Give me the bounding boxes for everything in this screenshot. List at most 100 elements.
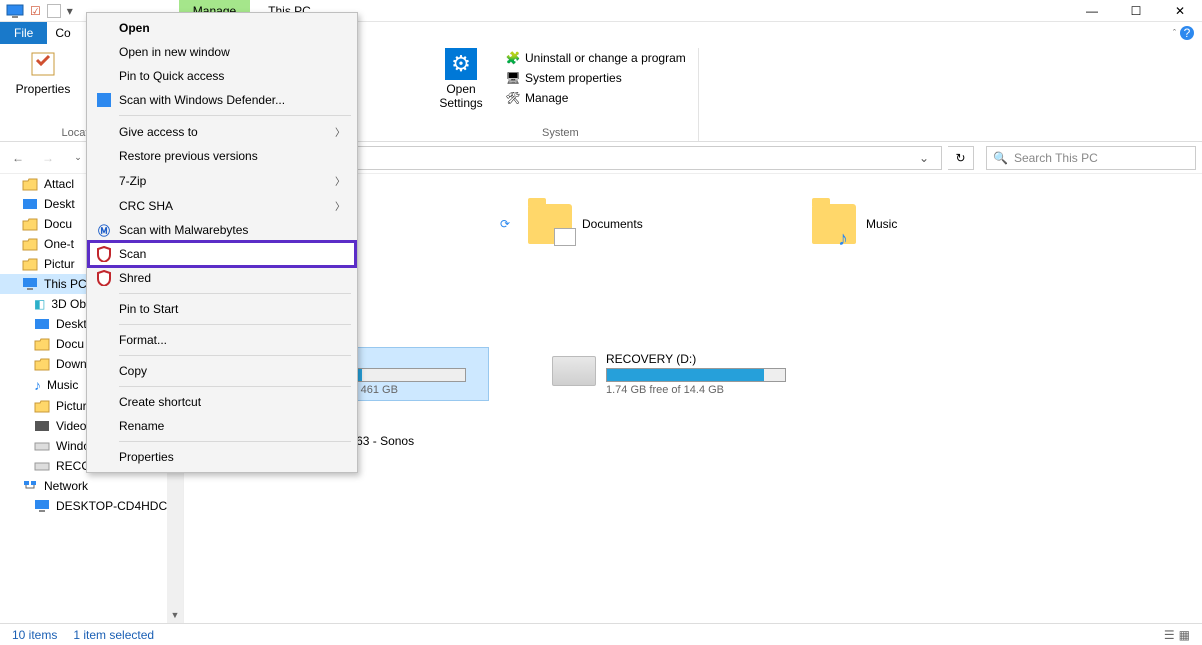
search-box[interactable]: 🔍 Search This PC [986,146,1196,170]
malwarebytes-icon: Ⓜ [95,221,113,239]
menu-separator [119,324,351,325]
menu-separator [119,293,351,294]
menu-item-label: Open in new window [119,45,230,59]
folder-item[interactable]: ♪Music [808,198,1068,250]
settings-gear-icon: ⚙ [445,48,477,80]
address-dropdown-icon[interactable]: ⌄ [913,151,935,165]
properties-label: Properties [16,82,71,96]
view-details-icon[interactable]: ☰ [1164,628,1175,642]
tree-item-icon: ♪ [34,377,41,393]
ribbon-collapse[interactable]: ˆ? [1165,22,1202,44]
drive-usage-bar [606,368,786,382]
tree-item-label: DESKTOP-CD4HDCU [56,499,176,513]
tree-item-icon [22,479,38,493]
context-menu: Open Open in new window Pin to Quick acces… [86,12,358,473]
tree-item-icon [22,277,38,291]
tree-item-icon [22,237,38,251]
qat-more-icon[interactable] [47,4,61,18]
folder-icon [528,204,572,244]
manage-button[interactable]: 🛠Manage [501,88,690,108]
menu-item-label: Pin to Start [119,302,178,316]
menu-item[interactable]: CRC SHA 〉 [89,193,355,218]
tree-item-icon [22,257,38,271]
tree-item-icon [34,420,50,432]
close-button[interactable]: ✕ [1158,0,1202,22]
menu-item[interactable]: Rename [89,414,355,438]
tree-item-label: 3D Ob [51,297,86,311]
status-bar: 10 items 1 item selected ☰ ▦ [0,623,1202,645]
uninstall-program-button[interactable]: 🧩Uninstall or change a program [501,48,690,68]
menu-item[interactable]: Scan [89,242,355,266]
tree-item-icon: ◧ [34,297,45,311]
menu-item-label: Rename [119,419,164,433]
menu-item[interactable]: Open in new window [89,40,355,64]
system-properties-button[interactable]: 🖥System properties [501,68,690,88]
scroll-down-icon[interactable]: ▼ [167,607,183,623]
menu-item-label: Copy [119,364,147,378]
sync-icon: ⟳ [498,217,512,231]
menu-item[interactable]: Format... [89,328,355,352]
tree-item-label: Deskt [44,197,75,211]
menu-item[interactable]: Create shortcut [89,390,355,414]
computer-tab[interactable]: Co [47,22,78,44]
menu-item-label: Give access to [119,125,198,139]
minimize-button[interactable]: — [1070,0,1114,22]
menu-item-label: CRC SHA [119,199,173,213]
menu-item[interactable]: Properties [89,445,355,469]
menu-item-label: Properties [119,450,174,464]
qat-dropdown-icon[interactable]: ▾ [67,4,73,18]
tree-item-label: Docu [44,217,72,231]
tree-item-label: Network [44,479,88,493]
menu-item-label: 7-Zip [119,174,146,188]
properties-button[interactable]: Properties [16,48,70,125]
drive-item[interactable]: RECOVERY (D:) 1.74 GB free of 14.4 GB [518,348,808,400]
tree-item-label: Music [47,378,78,392]
tree-item-icon [34,318,50,330]
menu-item-label: Shred [119,271,151,285]
help-icon[interactable]: ? [1180,26,1194,40]
view-tiles-icon[interactable]: ▦ [1179,628,1190,642]
menu-item-label: Format... [119,333,167,347]
drive-free-space: 1.74 GB free of 14.4 GB [606,384,804,396]
maximize-button[interactable]: ☐ [1114,0,1158,22]
status-item-count: 10 items [12,628,57,642]
open-settings-button[interactable]: ⚙ Open Settings [431,48,491,125]
tree-item-icon [34,440,50,452]
menu-item[interactable]: Give access to〉 [89,119,355,144]
menu-item[interactable]: Scan with Windows Defender... [89,88,355,112]
sysprops-icon: 🖥 [505,70,521,86]
search-placeholder: Search This PC [1014,151,1098,165]
file-tab[interactable]: File [0,22,47,44]
mcafee-icon [95,245,113,263]
menu-item[interactable]: Ⓜ Scan with Malwarebytes [89,218,355,242]
menu-item[interactable]: Shred [89,266,355,290]
menu-item[interactable]: 7-Zip〉 [89,168,355,193]
folder-label: Music [866,217,897,231]
open-settings-label: Open Settings [431,82,491,110]
tree-item-icon [22,217,38,231]
menu-item[interactable]: Pin to Quick access [89,64,355,88]
menu-item-label: Scan with Malwarebytes [119,223,248,237]
folder-label: Documents [582,217,643,231]
folder-item[interactable]: ⟳Documents [518,198,778,250]
tree-item-icon [34,499,50,513]
forward-button[interactable]: → [36,146,60,170]
checkbox-icon[interactable]: ☑ [30,4,41,18]
tree-item-label: Docu [56,337,84,351]
tree-item[interactable]: DESKTOP-CD4HDCU [0,496,183,516]
menu-separator [119,441,351,442]
back-button[interactable]: ← [6,146,30,170]
menu-item[interactable]: Pin to Start [89,297,355,321]
tree-item-icon [34,337,50,351]
menu-item[interactable]: Restore previous versions [89,144,355,168]
defender-icon [95,91,113,109]
menu-item-label: Scan with Windows Defender... [119,93,285,107]
group-system-label: System [542,125,579,139]
menu-item[interactable]: Copy [89,359,355,383]
tree-item[interactable]: Network [0,476,183,496]
drive-label: RECOVERY (D:) [606,352,804,366]
mcafee-icon [95,269,113,287]
submenu-arrow-icon: 〉 [335,198,345,213]
refresh-button[interactable]: ↻ [948,146,974,170]
menu-item[interactable]: Open [89,16,355,40]
